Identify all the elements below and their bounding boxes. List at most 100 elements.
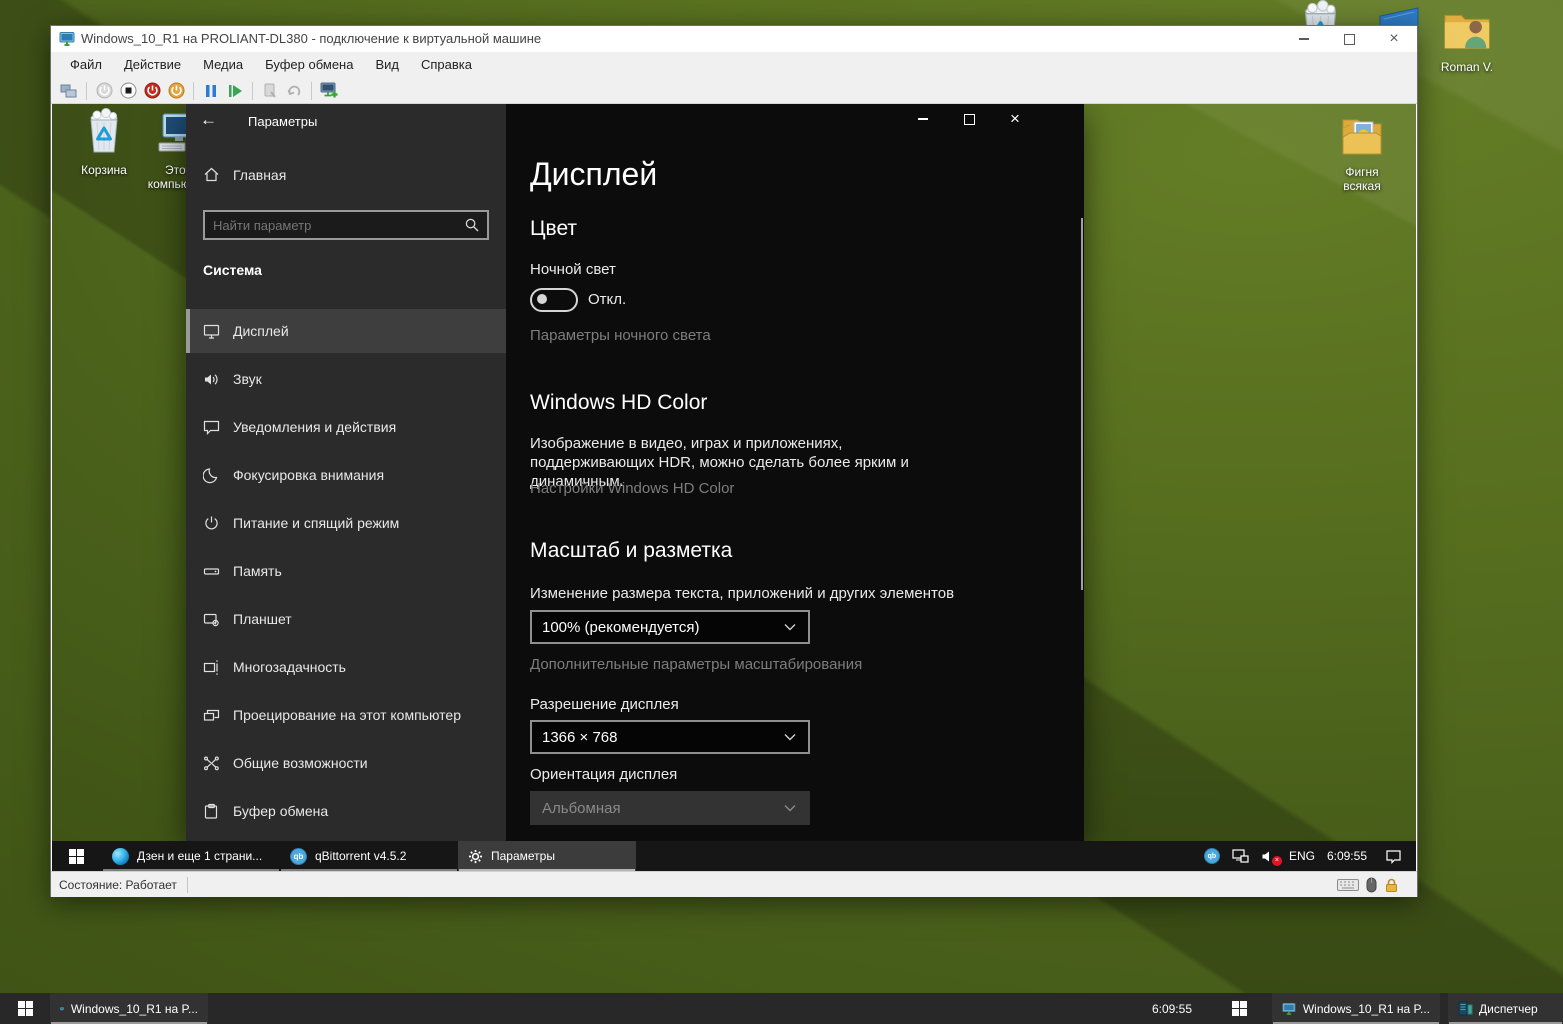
pause-vm-icon[interactable] <box>199 80 223 102</box>
start-vm-icon[interactable] <box>92 80 116 102</box>
scale-select[interactable]: 100% (рекомендуется) <box>530 610 810 644</box>
scale-section-heading: Масштаб и разметка <box>530 539 732 563</box>
sidebar-item-sound[interactable]: Звук <box>186 357 506 401</box>
hyperv-vm-icon <box>60 1001 64 1017</box>
shutdown-vm-icon[interactable] <box>140 80 164 102</box>
enhanced-session-icon[interactable] <box>317 80 341 102</box>
settings-maximize-button[interactable] <box>946 104 992 134</box>
host-taskbar-vm-button[interactable]: Windows_10_R1 на P... <box>50 993 208 1024</box>
settings-main-pane: × Дисплей Цвет Ночной свет Откл. Парамет… <box>506 104 1084 841</box>
ctrl-alt-del-icon[interactable] <box>57 80 81 102</box>
tray-language[interactable]: ENG <box>1289 849 1315 863</box>
tablet-icon <box>203 611 220 628</box>
chevron-down-icon <box>784 733 796 741</box>
sound-icon <box>203 371 220 388</box>
menu-action[interactable]: Действие <box>113 52 192 78</box>
monitor2-start-button[interactable] <box>1214 993 1264 1024</box>
sidebar-item-label: Многозадачность <box>233 659 346 675</box>
monitor2-vm-button[interactable]: Windows_10_R1 на P... <box>1272 993 1440 1024</box>
checkpoint-icon[interactable] <box>258 80 282 102</box>
vm-taskbar-edge-button[interactable]: Дзен и еще 1 страни... <box>102 841 280 871</box>
vm-stuff-folder-label: Фигня всякая <box>1327 165 1397 193</box>
settings-scrollbar[interactable] <box>1081 218 1083 590</box>
orientation-select: Альбомная <box>530 791 810 825</box>
storage-icon <box>203 563 220 580</box>
sidebar-item-label: Общие возможности <box>233 755 368 771</box>
vm-taskbar-qbittorrent-button[interactable]: qb qBittorrent v4.5.2 <box>280 841 458 871</box>
menu-media[interactable]: Медиа <box>192 52 254 78</box>
search-icon[interactable] <box>465 218 479 232</box>
host-user-folder-label: Roman V. <box>1432 60 1502 74</box>
network-icon[interactable] <box>1232 849 1249 864</box>
sidebar-item-multitasking[interactable]: Многозадачность <box>186 645 506 689</box>
settings-minimize-button[interactable] <box>900 104 946 134</box>
menu-help[interactable]: Справка <box>410 52 483 78</box>
hyperv-vm-icon <box>59 31 75 50</box>
host-clock[interactable]: 6:09:55 <box>1142 993 1202 1024</box>
vm-taskbar-settings-button[interactable]: Параметры <box>458 841 636 871</box>
sidebar-item-projecting[interactable]: Проецирование на этот компьютер <box>186 693 506 737</box>
back-arrow-icon[interactable]: ← <box>200 110 217 130</box>
orientation-label: Ориентация дисплея <box>530 766 677 783</box>
volume-muted-icon[interactable]: × <box>1261 849 1277 864</box>
chevron-down-icon <box>784 623 796 631</box>
resume-vm-icon[interactable] <box>223 80 247 102</box>
settings-search-box[interactable] <box>203 210 489 240</box>
host-start-button[interactable] <box>0 993 50 1024</box>
home-icon <box>203 166 220 183</box>
vmconnect-maximize-button[interactable] <box>1334 27 1364 51</box>
search-input[interactable] <box>205 218 465 233</box>
turn-off-vm-icon[interactable] <box>116 80 140 102</box>
qbittorrent-icon: qb <box>290 848 307 865</box>
vmconnect-close-button[interactable]: × <box>1379 27 1409 51</box>
vmconnect-statusbar: Состояние: Работает <box>51 871 1417 897</box>
menu-clipboard[interactable]: Буфер обмена <box>254 52 364 78</box>
monitor2-server-manager-button[interactable]: Диспетчер <box>1448 993 1563 1024</box>
sidebar-item-power[interactable]: Питание и спящий режим <box>186 501 506 545</box>
vm-start-button[interactable] <box>52 841 100 871</box>
sidebar-item-tablet[interactable]: Планшет <box>186 597 506 641</box>
vmconnect-minimize-button[interactable] <box>1289 27 1319 51</box>
multitasking-icon <box>203 659 220 676</box>
color-section-heading: Цвет <box>530 217 577 241</box>
night-light-settings-link[interactable]: Параметры ночного света <box>530 327 711 344</box>
vm-recycle-bin-icon[interactable]: Корзина <box>69 107 139 177</box>
settings-close-button[interactable]: × <box>992 104 1038 134</box>
sidebar-section-label: Система <box>203 262 262 278</box>
sidebar-item-clipboard[interactable]: Буфер обмена <box>186 789 506 833</box>
windows-logo-icon <box>18 1001 33 1016</box>
save-vm-icon[interactable] <box>164 80 188 102</box>
hdr-settings-link[interactable]: Настройки Windows HD Color <box>530 480 734 497</box>
sidebar-item-notifications[interactable]: Уведомления и действия <box>186 405 506 449</box>
vm-screen: Корзина Этот компьютер Фигня вся <box>52 104 1416 871</box>
sidebar-item-storage[interactable]: Память <box>186 549 506 593</box>
action-center-icon[interactable] <box>1385 849 1402 864</box>
host-user-folder-icon[interactable]: Roman V. <box>1432 4 1502 74</box>
server-manager-icon <box>1458 1001 1473 1017</box>
toggle-knob <box>537 294 547 304</box>
night-light-label: Ночной свет <box>530 261 616 278</box>
sidebar-item-label: Планшет <box>233 611 292 627</box>
sidebar-item-shared-experiences[interactable]: Общие возможности <box>186 741 506 785</box>
vmconnect-window: Windows_10_R1 на PROLIANT-DL380 - подклю… <box>50 25 1418 897</box>
qbittorrent-button-label: qBittorrent v4.5.2 <box>315 849 406 863</box>
menu-file[interactable]: Файл <box>59 52 113 78</box>
sidebar-item-display[interactable]: Дисплей <box>186 309 506 353</box>
tray-clock[interactable]: 6:09:55 <box>1327 849 1367 863</box>
menu-view[interactable]: Вид <box>364 52 410 78</box>
night-light-toggle[interactable] <box>530 288 578 312</box>
scale-select-value: 100% (рекомендуется) <box>542 619 699 636</box>
advanced-scaling-link[interactable]: Дополнительные параметры масштабирования <box>530 656 862 673</box>
revert-icon[interactable] <box>282 80 306 102</box>
sidebar-item-focus[interactable]: Фокусировка внимания <box>186 453 506 497</box>
vmconnect-titlebar[interactable]: Windows_10_R1 на PROLIANT-DL380 - подклю… <box>51 26 1417 52</box>
sidebar-item-home[interactable]: Главная <box>203 166 286 183</box>
vm-stuff-folder-icon[interactable]: Фигня всякая <box>1327 111 1397 193</box>
resolution-select[interactable]: 1366 × 768 <box>530 720 810 754</box>
monitor2-server-manager-label: Диспетчер <box>1479 1002 1538 1016</box>
hdr-section-heading: Windows HD Color <box>530 391 707 415</box>
notifications-icon <box>203 419 220 436</box>
tray-qbittorrent-icon[interactable]: qb <box>1204 848 1220 864</box>
sidebar-item-label: Буфер обмена <box>233 803 328 819</box>
host-vm-button-label: Windows_10_R1 на P... <box>71 1002 198 1016</box>
